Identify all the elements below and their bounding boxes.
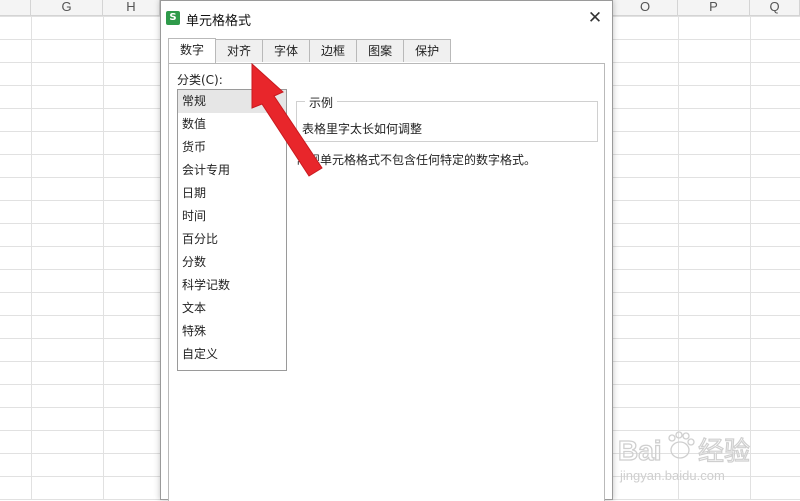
grid-vline	[750, 16, 751, 500]
baidu-paw-icon	[668, 431, 695, 459]
grid-vline	[31, 16, 32, 500]
sample-legend: 示例	[305, 94, 338, 111]
dialog-titlebar[interactable]: S 单元格格式 ✕	[161, 4, 612, 32]
column-header-o[interactable]: O	[613, 0, 678, 15]
tab-protection[interactable]: 保护	[403, 39, 452, 62]
tab-font[interactable]: 字体	[262, 39, 311, 62]
close-button[interactable]: ✕	[584, 7, 606, 29]
number-tab-panel: 分类(C): 常规 数值 货币 会计专用 日期 时间 百分比 分数 科学记数 文…	[168, 63, 605, 501]
category-item-currency[interactable]: 货币	[178, 136, 286, 159]
category-item-percentage[interactable]: 百分比	[178, 228, 286, 251]
category-label: 分类(C):	[177, 73, 223, 87]
wps-spreadsheet-logo-icon: S	[166, 11, 180, 25]
baidu-jingyan-watermark-icon: Bai 经验 jingyan.baidu.com	[618, 431, 751, 483]
dialog-tabs: 数字 对齐 字体 边框 图案 保护	[168, 38, 452, 63]
sample-group: 示例 表格里字太长如何调整	[296, 94, 598, 142]
tab-number[interactable]: 数字	[168, 38, 217, 63]
dialog-title: 单元格格式	[186, 14, 252, 29]
category-item-number[interactable]: 数值	[178, 113, 286, 136]
category-item-general[interactable]: 常规	[178, 90, 286, 113]
category-item-text[interactable]: 文本	[178, 297, 286, 320]
column-header-blank	[0, 0, 31, 15]
grid-vline	[103, 16, 104, 500]
category-item-special[interactable]: 特殊	[178, 320, 286, 343]
tab-pattern[interactable]: 图案	[356, 39, 405, 62]
format-cells-dialog: S 单元格格式 ✕ 数字 对齐 字体 边框 图案 保护 分类(C): 常规 数值…	[160, 0, 613, 501]
grid-vline	[678, 16, 679, 500]
tab-alignment[interactable]: 对齐	[215, 39, 264, 62]
tab-border[interactable]: 边框	[309, 39, 358, 62]
watermark-brand-cn: 经验	[698, 437, 750, 467]
category-item-time[interactable]: 时间	[178, 205, 286, 228]
column-header-q[interactable]: Q	[750, 0, 800, 15]
column-header-p[interactable]: P	[678, 0, 750, 15]
category-item-accounting[interactable]: 会计专用	[178, 159, 286, 182]
category-listbox[interactable]: 常规 数值 货币 会计专用 日期 时间 百分比 分数 科学记数 文本 特殊 自定…	[177, 89, 287, 371]
column-header-g[interactable]: G	[31, 0, 103, 15]
category-item-fraction[interactable]: 分数	[178, 251, 286, 274]
format-description: 常规单元格格式不包含任何特定的数字格式。	[296, 153, 537, 167]
category-item-date[interactable]: 日期	[178, 182, 286, 205]
category-item-scientific[interactable]: 科学记数	[178, 274, 286, 297]
watermark-logo-text: Bai	[618, 435, 662, 466]
sample-value: 表格里字太长如何调整	[302, 122, 423, 136]
category-item-custom[interactable]: 自定义	[178, 343, 286, 366]
watermark-url: jingyan.baidu.com	[619, 468, 725, 483]
column-header-h[interactable]: H	[103, 0, 160, 15]
